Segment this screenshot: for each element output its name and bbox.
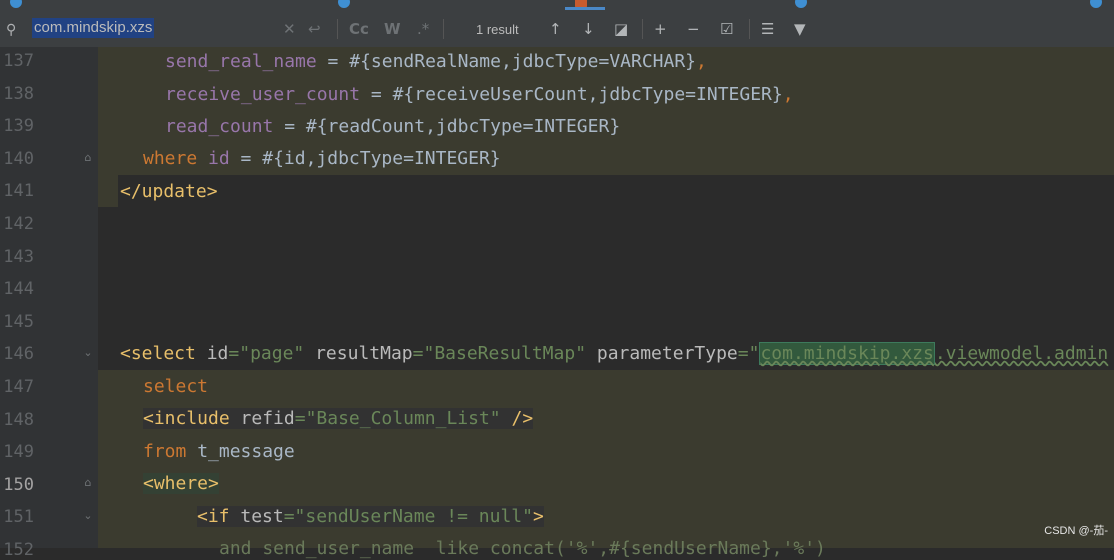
filter-icon[interactable]: ▼ (794, 20, 806, 38)
filter-window-icon[interactable]: ◪ (614, 20, 628, 38)
editor-tab[interactable] (1090, 0, 1110, 9)
editor-tab[interactable] (795, 0, 815, 9)
regex-icon[interactable]: .* (417, 20, 429, 38)
line-number: 137 (3, 51, 34, 71)
code-line[interactable]: from t_message (143, 441, 295, 462)
line-number: 139 (3, 116, 34, 137)
find-bar: ⚲ com.mindskip.xzs ✕ ↩ Cc W .* 1 result … (0, 10, 1114, 48)
remove-selection-icon[interactable]: − (687, 20, 700, 38)
line-number: 141 (3, 181, 34, 202)
previous-occurrence-icon[interactable]: ↑ (549, 20, 562, 38)
editor-tab-active[interactable] (565, 0, 605, 10)
code-line[interactable]: <include refid="Base_Column_List" /> (143, 408, 534, 429)
code-line[interactable]: <if test="sendUserName != null"> (197, 506, 544, 527)
line-number: 152 (3, 540, 34, 560)
line-number: 150 (3, 474, 34, 495)
next-occurrence-icon[interactable]: ↓ (582, 20, 595, 38)
line-number: 147 (3, 377, 34, 397)
fold-icon[interactable]: ⌄ (82, 347, 94, 359)
code-line[interactable]: send_real_name = #{sendRealName,jdbcType… (165, 51, 707, 72)
select-all-occurrences-icon[interactable]: ☑ (720, 20, 733, 38)
java-file-icon (1090, 0, 1102, 8)
xml-file-icon (575, 0, 587, 8)
code-line[interactable]: where id = #{id,jdbcType=INTEGER} (143, 148, 501, 169)
code-line[interactable]: receive_user_count = #{receiveUserCount,… (165, 84, 794, 105)
match-case-icon[interactable]: Cc (349, 20, 369, 38)
code-line[interactable]: <where> (143, 473, 219, 494)
editor-tab[interactable] (10, 0, 30, 9)
java-file-icon (10, 0, 22, 8)
whole-words-icon[interactable]: W (384, 20, 401, 38)
line-number: 146 (3, 344, 34, 365)
line-number: 149 (3, 442, 34, 463)
java-file-icon (795, 0, 807, 8)
code-line[interactable]: </update> (120, 181, 218, 202)
fold-icon[interactable]: ⌂ (82, 477, 94, 489)
line-number: 138 (3, 83, 34, 104)
add-selection-icon[interactable]: + (654, 20, 667, 38)
fold-icon[interactable]: ⌂ (82, 152, 94, 164)
line-number: 142 (3, 214, 34, 234)
divider (749, 19, 750, 39)
search-icon[interactable]: ⚲ (6, 22, 16, 38)
line-number: 143 (3, 246, 34, 267)
line-number: 145 (3, 311, 34, 332)
divider (337, 19, 338, 39)
line-number: 140 (3, 148, 34, 169)
history-icon[interactable]: ↩ (308, 20, 321, 38)
line-number: 151 (3, 507, 34, 528)
editor-tab[interactable] (338, 0, 358, 9)
code-line[interactable]: select (143, 376, 208, 397)
java-file-icon (338, 0, 350, 8)
code-line[interactable]: read_count = #{readCount,jdbcType=INTEGE… (165, 116, 620, 137)
scope-highlight (98, 175, 118, 207)
code-line[interactable]: and send_user_name like concat('%',#{sen… (219, 538, 826, 559)
line-number: 144 (3, 279, 34, 300)
fold-icon[interactable]: ⌄ (82, 510, 94, 522)
clear-icon[interactable]: ✕ (283, 20, 296, 38)
editor-tab-bar (0, 0, 1114, 10)
line-number: 148 (3, 409, 34, 430)
multiline-icon[interactable]: ☰ (761, 20, 774, 38)
result-count: 1 result (476, 22, 519, 37)
divider (642, 19, 643, 39)
watermark: CSDN @-茄- (1044, 525, 1108, 537)
divider (443, 19, 444, 39)
search-input[interactable]: com.mindskip.xzs (32, 18, 155, 38)
code-line[interactable]: <select id="page" resultMap="BaseResultM… (120, 342, 1108, 365)
